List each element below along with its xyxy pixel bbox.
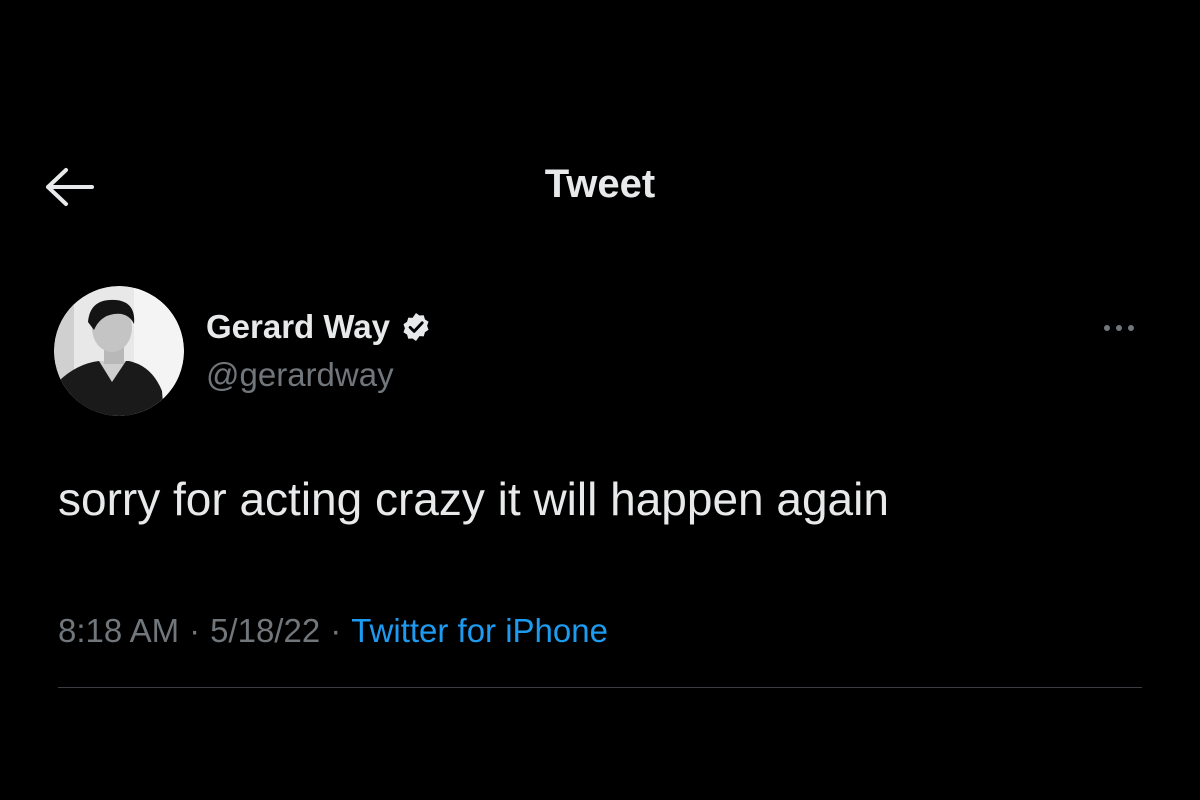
tweet-text: sorry for acting crazy it will happen ag… [58,473,889,525]
tweet-author: Gerard Way @gerardway [54,286,1154,418]
meta-separator: · [330,612,342,649]
verified-badge-icon [403,313,429,341]
avatar[interactable] [54,286,184,416]
display-name[interactable]: Gerard Way [206,308,390,346]
more-horizontal-icon [1116,325,1122,331]
page-title: Tweet [544,162,656,206]
profile-photo [54,286,184,416]
tweet-source-link[interactable]: Twitter for iPhone [351,612,608,650]
back-button[interactable] [40,162,100,212]
top-bar: Tweet [0,150,1200,226]
more-horizontal-icon [1128,325,1134,331]
tweet-metadata: 8:18 AM · 5/18/22 · Twitter for iPhone [58,612,608,650]
meta-separator: · [189,612,201,649]
tweet-date[interactable]: 5/18/22 [210,612,320,650]
tweet-time[interactable]: 8:18 AM [58,612,179,650]
divider [58,687,1142,688]
more-options-button[interactable] [1094,316,1144,340]
arrow-left-icon [46,168,94,206]
name-row: Gerard Way [206,308,432,346]
user-handle[interactable]: @gerardway [206,356,394,394]
more-horizontal-icon [1104,325,1110,331]
